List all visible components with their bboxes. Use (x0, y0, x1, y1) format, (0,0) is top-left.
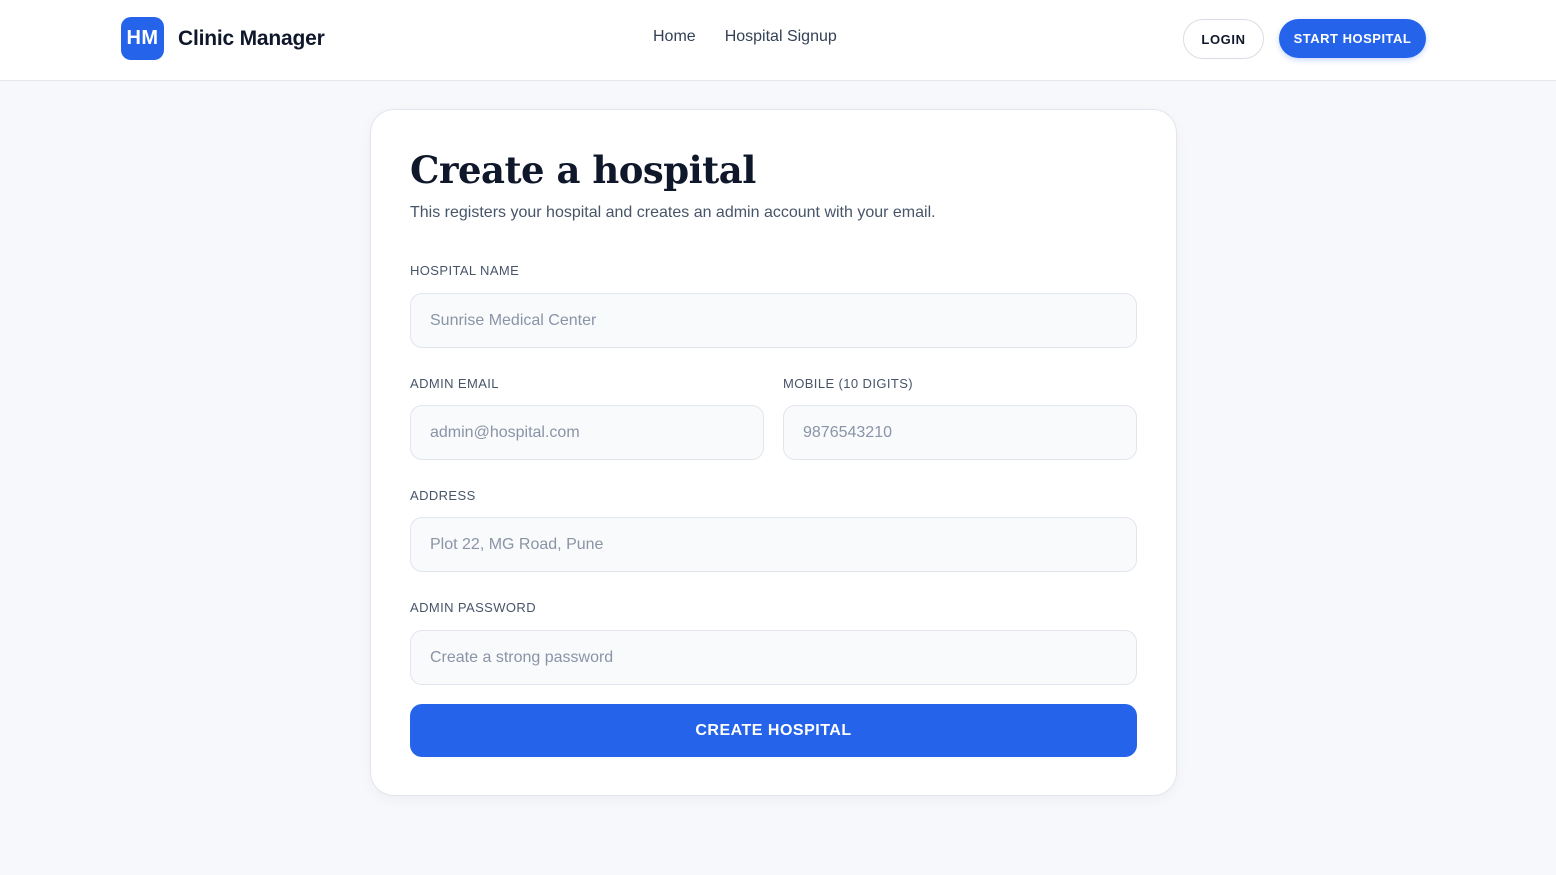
brand[interactable]: HM Clinic Manager (121, 17, 325, 60)
admin-email-label: ADMIN EMAIL (410, 376, 499, 391)
admin-password-input[interactable] (410, 630, 1137, 685)
login-button[interactable]: LOGIN (1183, 19, 1264, 59)
brand-name: Clinic Manager (178, 26, 325, 50)
mobile-input[interactable] (783, 405, 1137, 460)
top-navbar: HM Clinic Manager Home Hospital Signup L… (0, 0, 1556, 81)
nav-links: Home Hospital Signup (653, 28, 837, 46)
brand-logo: HM (121, 17, 164, 60)
admin-email-input[interactable] (410, 405, 764, 460)
create-hospital-button[interactable]: CREATE HOSPITAL (410, 704, 1137, 757)
create-hospital-card: Create a hospital This registers your ho… (370, 109, 1177, 796)
address-input[interactable] (410, 517, 1137, 572)
page-title: Create a hospital (410, 148, 756, 192)
start-hospital-button[interactable]: START HOSPITAL (1279, 19, 1426, 58)
hospital-name-input[interactable] (410, 293, 1137, 348)
nav-link-home[interactable]: Home (653, 28, 696, 46)
address-label: ADDRESS (410, 488, 476, 503)
nav-link-hospital-signup[interactable]: Hospital Signup (725, 28, 837, 46)
hospital-name-label: HOSPITAL NAME (410, 263, 520, 278)
admin-password-label: ADMIN PASSWORD (410, 600, 536, 615)
page-subtitle: This registers your hospital and creates… (410, 204, 936, 221)
mobile-label: MOBILE (10 DIGITS) (783, 376, 914, 391)
